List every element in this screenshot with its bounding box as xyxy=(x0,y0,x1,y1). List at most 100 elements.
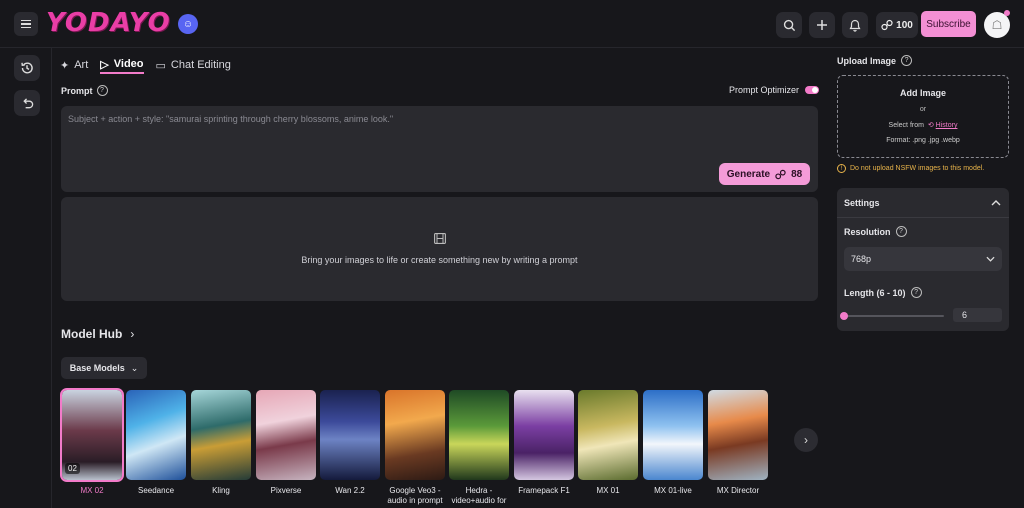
chevron-right-icon: › xyxy=(804,433,808,447)
history-icon xyxy=(21,62,33,74)
settings-title: Settings xyxy=(844,197,880,208)
credits-icon xyxy=(881,19,893,31)
video-icon: ▷ xyxy=(100,58,109,71)
nsfw-warning: ! Do not upload NSFW images to this mode… xyxy=(837,164,984,173)
help-icon[interactable]: ? xyxy=(910,287,922,298)
model-name: MX 02 xyxy=(80,486,104,495)
model-name: MX Director xyxy=(716,486,760,495)
tab-video[interactable]: ▷ Video xyxy=(100,56,144,74)
select-from-label: Select from xyxy=(888,122,924,129)
credits-button[interactable]: 100 xyxy=(876,12,918,38)
menu-icon[interactable] xyxy=(14,12,38,36)
chevron-down-icon: ⌄ xyxy=(130,362,139,373)
model-name: Seedance xyxy=(137,486,175,495)
undo-button[interactable] xyxy=(14,90,40,116)
format-hint: Format: .png .jpg .webp xyxy=(886,137,960,144)
subscribe-button[interactable]: Subscribe xyxy=(921,11,976,37)
model-name: Wan 2.2 xyxy=(335,486,365,495)
resolution-label-text: Resolution xyxy=(844,226,891,237)
generate-button[interactable]: Generate 88 xyxy=(719,163,810,185)
resolution-value: 768p xyxy=(851,254,872,264)
prompt-optimizer: Prompt Optimizer xyxy=(729,85,820,95)
sparkles-icon: ✦ xyxy=(60,59,70,72)
notification-dot xyxy=(1004,10,1010,16)
chevron-up-icon xyxy=(991,199,1001,205)
history-link[interactable]: History xyxy=(936,122,958,129)
model-card-seedance[interactable] xyxy=(126,390,186,480)
credits-icon xyxy=(775,169,786,179)
film-icon xyxy=(433,233,446,247)
model-hub-title[interactable]: Model Hub › xyxy=(61,327,134,341)
or-label: or xyxy=(919,106,927,113)
help-icon[interactable]: ? xyxy=(96,85,108,96)
prompt-label-text: Prompt xyxy=(61,85,93,96)
settings-panel: Settings Resolution ? 768p Length (6 - 1… xyxy=(837,188,1009,331)
length-slider-thumb[interactable] xyxy=(840,312,848,320)
select-from-history: Select from ⟲ History xyxy=(838,121,1008,129)
model-card-mx-01-live[interactable] xyxy=(643,390,703,480)
upload-dropzone[interactable]: Add Image or Select from ⟲ History Forma… xyxy=(837,75,1009,158)
model-name: Google Veo3 - audio in prompt xyxy=(387,486,443,505)
prompt-input[interactable]: Subject + action + style: "samurai sprin… xyxy=(61,106,818,192)
help-icon[interactable]: ? xyxy=(895,226,907,237)
length-label-text: Length (6 - 10) xyxy=(844,287,906,298)
discord-icon[interactable]: ☺ xyxy=(178,14,198,34)
resolution-select[interactable]: 768p xyxy=(844,247,1002,271)
search-button[interactable] xyxy=(776,12,802,38)
undo-icon xyxy=(22,97,33,108)
prompt-optimizer-label: Prompt Optimizer xyxy=(729,85,800,95)
tab-chat-editing-label: Chat Editing xyxy=(170,59,231,71)
length-slider[interactable] xyxy=(840,312,944,320)
history-button[interactable] xyxy=(14,55,40,81)
model-name: MX 01 xyxy=(596,486,620,495)
model-card-kling[interactable] xyxy=(191,390,251,480)
search-icon xyxy=(783,19,795,31)
chevron-down-icon xyxy=(986,256,995,262)
model-card-mx-director[interactable] xyxy=(708,390,768,480)
model-card-mx-01[interactable] xyxy=(578,390,638,480)
model-card-hedra[interactable] xyxy=(449,390,509,480)
base-models-dropdown[interactable]: Base Models ⌄ xyxy=(61,357,147,379)
next-models-button[interactable]: › xyxy=(794,428,818,452)
model-card-google-veo3[interactable] xyxy=(385,390,445,480)
model-card-pixverse[interactable] xyxy=(256,390,316,480)
model-hub-title-text: Model Hub xyxy=(61,327,123,341)
generate-cost: 88 xyxy=(791,168,803,180)
settings-header[interactable]: Settings xyxy=(837,188,1009,218)
credits-count: 100 xyxy=(896,19,913,31)
history-icon: ⟲ xyxy=(925,122,934,129)
prompt-label: Prompt ? xyxy=(61,85,108,96)
create-button[interactable] xyxy=(809,12,835,38)
empty-state-text: Bring your images to life or create some… xyxy=(301,255,578,265)
top-bar: YODAYO ☺ 100 Subscribe ☖ xyxy=(0,0,1024,48)
length-input[interactable]: 6 xyxy=(953,308,1002,322)
upload-image-title: Upload Image ? xyxy=(837,55,913,66)
notifications-button[interactable] xyxy=(842,12,868,38)
generate-label: Generate xyxy=(726,168,771,180)
bell-icon xyxy=(849,19,861,32)
help-icon[interactable]: ? xyxy=(901,55,913,66)
tab-art[interactable]: ✦ Art xyxy=(60,56,88,74)
base-models-label: Base Models xyxy=(69,363,125,373)
video-preview-area: Bring your images to life or create some… xyxy=(61,197,818,301)
upload-image-title-text: Upload Image xyxy=(837,55,897,66)
prompt-optimizer-toggle[interactable] xyxy=(805,86,820,94)
model-card-framepack-f1[interactable] xyxy=(514,390,574,480)
tab-video-label: Video xyxy=(113,58,144,70)
plus-icon xyxy=(817,20,827,30)
left-rail xyxy=(0,48,52,508)
model-name: Pixverse xyxy=(270,486,302,495)
length-label: Length (6 - 10) ? xyxy=(844,287,922,298)
resolution-label: Resolution ? xyxy=(844,226,907,237)
mode-tabs: ✦ Art ▷ Video ▭ Chat Editing xyxy=(60,56,231,76)
model-name: Kling xyxy=(212,486,230,495)
logo[interactable]: YODAYO xyxy=(46,8,171,38)
nsfw-warning-text: Do not upload NSFW images to this model. xyxy=(850,165,985,172)
tab-chat-editing[interactable]: ▭ Chat Editing xyxy=(156,56,231,74)
model-name: Framepack F1 xyxy=(518,486,570,495)
model-badge: 02 xyxy=(65,463,80,474)
model-card-wan-2-2[interactable] xyxy=(320,390,380,480)
model-name: MX 01-live xyxy=(654,486,692,495)
add-image-label[interactable]: Add Image xyxy=(838,88,1008,98)
model-name: Hedra - video+audio for xyxy=(451,486,507,505)
